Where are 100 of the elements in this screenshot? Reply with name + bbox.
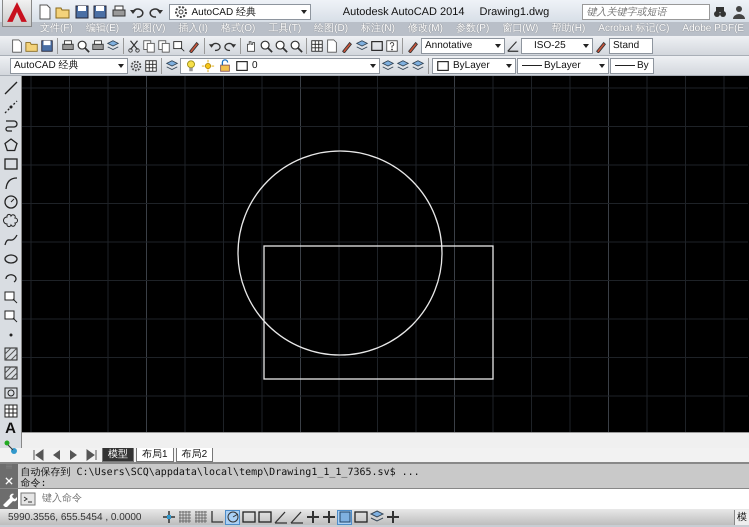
binoculars-icon[interactable]: [712, 4, 728, 20]
caret-icon: [495, 44, 501, 48]
app-title: Autodesk AutoCAD 2014: [342, 4, 464, 20]
print-preview-icon[interactable]: [76, 38, 90, 52]
layout-tab[interactable]: 布局1: [136, 448, 174, 462]
arc-icon[interactable]: [2, 175, 18, 191]
make-block-icon[interactable]: [2, 308, 18, 324]
command-prompt-icon[interactable]: [18, 488, 38, 508]
status-toggle[interactable]: [257, 510, 272, 524]
layout-tab[interactable]: 布局2: [176, 448, 214, 462]
close-icon[interactable]: [4, 476, 14, 486]
circle-shape[interactable]: [237, 150, 443, 356]
table-style-dropdown[interactable]: Stand: [609, 38, 653, 54]
application-menu-button[interactable]: [2, 0, 32, 27]
match-properties-icon[interactable]: [172, 38, 186, 52]
help-icon[interactable]: [385, 38, 399, 52]
horizontal-scrollbar[interactable]: [22, 432, 749, 448]
new-file-icon[interactable]: [36, 4, 52, 20]
revision-cloud-icon[interactable]: [2, 213, 18, 229]
sheet-set-icon[interactable]: [355, 38, 369, 52]
save-icon[interactable]: [74, 4, 90, 20]
model-label[interactable]: 模: [734, 510, 749, 524]
status-toggle[interactable]: [225, 510, 240, 524]
print-icon[interactable]: [61, 38, 75, 52]
layer-state-icon[interactable]: [411, 58, 425, 72]
save-icon[interactable]: [40, 38, 54, 52]
layer-properties-icon[interactable]: [165, 58, 179, 72]
gradient-icon[interactable]: [2, 365, 18, 381]
bulb-icon: [184, 58, 198, 72]
lock-icon: [218, 58, 232, 72]
status-toggle[interactable]: [241, 510, 256, 524]
status-toggle[interactable]: [161, 510, 176, 524]
workspace-settings-icon[interactable]: [129, 58, 143, 72]
markup-icon[interactable]: [370, 38, 384, 52]
status-toggle[interactable]: [209, 510, 224, 524]
status-toggle[interactable]: [385, 510, 400, 524]
caret-icon: [300, 10, 306, 14]
table-icon[interactable]: [2, 403, 18, 419]
copy-icon[interactable]: [142, 38, 156, 52]
paste-icon[interactable]: [157, 38, 171, 52]
hatch-icon[interactable]: [2, 346, 18, 362]
status-toggle[interactable]: [273, 510, 288, 524]
circle-icon[interactable]: [2, 194, 18, 210]
command-history-line: 自动保存到 C:\Users\SCQ\appdata\local\temp\Drawing1_1_1_7365.sv$ ...: [20, 466, 420, 478]
workspace-dropdown[interactable]: AutoCAD 经典: [168, 4, 310, 20]
pan-icon[interactable]: [244, 38, 258, 52]
caret-icon: [506, 64, 512, 68]
make-current-icon[interactable]: [381, 58, 395, 72]
command-input[interactable]: 键入命令: [38, 488, 749, 508]
spline-icon[interactable]: [2, 232, 18, 248]
status-toggle[interactable]: [369, 510, 384, 524]
insert-block-icon[interactable]: [2, 289, 18, 305]
document-title: Drawing1.dwg: [480, 4, 550, 20]
zoom-previous-icon[interactable]: [289, 38, 303, 52]
zoom-window-icon[interactable]: [274, 38, 288, 52]
status-toggle[interactable]: [193, 510, 208, 524]
lineweight-dropdown[interactable]: By: [610, 58, 654, 74]
construction-line-icon[interactable]: [2, 99, 18, 115]
plot-icon[interactable]: [91, 38, 105, 52]
user-icon[interactable]: [730, 4, 746, 20]
design-center-icon[interactable]: [325, 38, 339, 52]
status-toggle[interactable]: [177, 510, 192, 524]
rectangle-shape[interactable]: [263, 245, 494, 380]
status-toggle[interactable]: [289, 510, 304, 524]
publish-icon[interactable]: [106, 38, 120, 52]
zoom-icon[interactable]: [259, 38, 273, 52]
caret-icon: [583, 44, 589, 48]
polyline-icon[interactable]: [2, 118, 18, 134]
layer-previous-icon[interactable]: [396, 58, 410, 72]
cut-icon[interactable]: [127, 38, 141, 52]
text-tool[interactable]: A: [5, 422, 16, 436]
search-field[interactable]: 键入关键字或短语: [582, 4, 710, 20]
layer-dropdown[interactable]: 0: [180, 58, 380, 74]
status-toggle[interactable]: [321, 510, 336, 524]
new-file-icon[interactable]: [10, 38, 24, 52]
caret-icon: [599, 64, 605, 68]
coordinates-readout: 5990.3556, 655.5454 , 0.0000: [7, 510, 142, 524]
customize-icon[interactable]: [144, 58, 158, 72]
gear-icon: [172, 4, 188, 20]
color-swatch-icon: [436, 58, 450, 72]
status-toggle[interactable]: [353, 510, 368, 524]
line-icon[interactable]: [2, 80, 18, 96]
color-dropdown[interactable]: ByLayer: [432, 58, 516, 74]
command-history-line: 命令:: [20, 478, 47, 488]
status-toggle[interactable]: [337, 510, 352, 524]
linetype-dropdown[interactable]: ByLayer: [517, 58, 609, 74]
rectangle-icon[interactable]: [2, 156, 18, 172]
polygon-icon[interactable]: [2, 137, 18, 153]
add-selected-icon[interactable]: [2, 439, 18, 455]
color-swatch-icon: [235, 58, 249, 72]
caret-icon: [370, 64, 376, 68]
save-as-icon[interactable]: [92, 4, 108, 20]
settings-icon[interactable]: [1, 490, 17, 506]
layout-tab[interactable]: 模型: [102, 448, 134, 462]
workspace-dropdown[interactable]: AutoCAD 经典: [10, 58, 128, 74]
text-style-dropdown[interactable]: Annotative: [421, 38, 505, 54]
dimension-style-icon[interactable]: [506, 38, 520, 52]
properties-icon[interactable]: [310, 38, 324, 52]
dimension-style-dropdown[interactable]: ISO-25: [521, 38, 593, 54]
status-toggle[interactable]: [305, 510, 320, 524]
